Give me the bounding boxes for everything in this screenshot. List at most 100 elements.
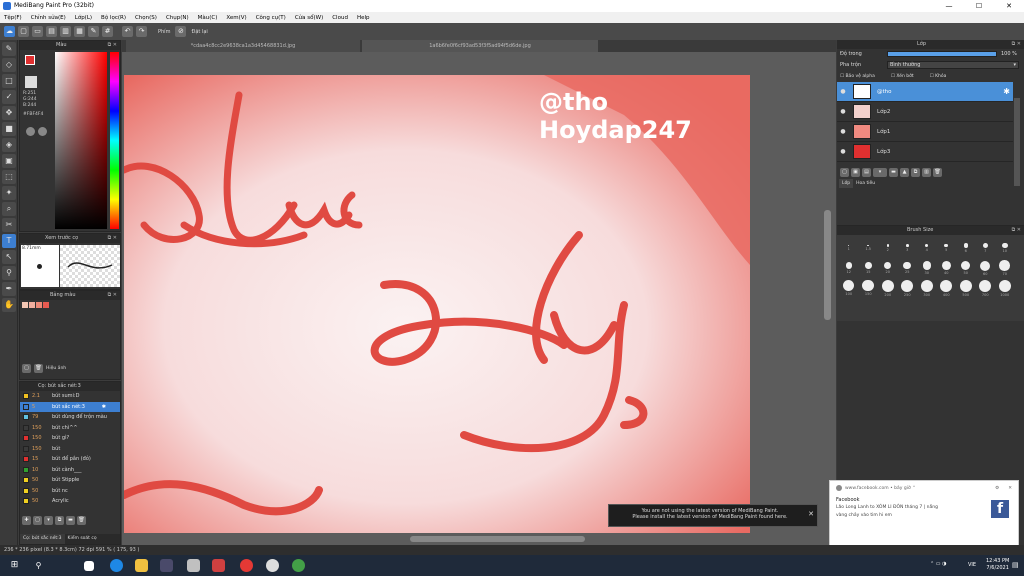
delete-layer-icon[interactable]: 🗑 — [933, 168, 942, 177]
brush-size-option[interactable]: 4 — [917, 238, 937, 258]
grid-icon[interactable]: ▦ — [74, 26, 85, 37]
notification-toast[interactable]: www.facebook.com • bây giờ ⌃ ⚙ ✕ Faceboo… — [829, 480, 1019, 546]
brush-size-option[interactable]: 200 — [878, 278, 898, 298]
selection-eraser-icon[interactable]: ✂ — [2, 218, 16, 232]
brush-item[interactable]: 150 bút — [20, 444, 120, 455]
brush-size-option[interactable]: 70 — [995, 258, 1015, 278]
palette-swatch[interactable] — [29, 302, 35, 308]
delete-palette-icon[interactable]: 🗑 — [34, 364, 43, 373]
blend-mode-select[interactable]: Bình thường ▾ — [887, 60, 1019, 69]
visibility-eye-icon[interactable]: ● — [837, 88, 849, 95]
brush-icon[interactable]: ✎ — [88, 26, 99, 37]
comment-icon[interactable]: ▭ — [32, 26, 43, 37]
palette-swatch[interactable] — [36, 302, 42, 308]
grid-toggle-icon[interactable]: # — [102, 26, 113, 37]
add-brush-icon[interactable]: ✚ — [22, 516, 31, 525]
snap-reset-label[interactable]: Đặt lại — [189, 29, 209, 35]
layer-row[interactable]: ● Lớp3 — [837, 142, 1013, 162]
bucket-tool-icon[interactable]: ◈ — [2, 138, 16, 152]
layer-row-selected[interactable]: ● @tho ✱ — [837, 82, 1013, 102]
layer-menu-icon[interactable]: ▾ — [873, 168, 887, 177]
minimize-button[interactable]: — — [934, 0, 964, 12]
close-button[interactable]: ✕ — [994, 0, 1024, 12]
layer-row[interactable]: ● Lớp1 — [837, 122, 1013, 142]
brush-item[interactable]: 2.1 bút sumi:D — [20, 391, 120, 402]
windows-start-icon[interactable]: ⊞ — [8, 559, 21, 572]
snap-off-icon[interactable]: ⊘ — [175, 26, 187, 37]
merge-layer-icon[interactable]: ▥ — [922, 168, 931, 177]
clipping-checkbox[interactable]: ☐ Xén bớt — [891, 74, 914, 79]
brush-menu-icon[interactable]: ▾ — [44, 516, 53, 525]
tab-layers[interactable]: Lớp — [839, 179, 854, 188]
panel-close-icon[interactable]: ⧉ ✕ — [108, 291, 117, 300]
transparent-color-swatch[interactable] — [25, 76, 37, 88]
menu-help[interactable]: Help — [357, 15, 370, 21]
brush-size-option[interactable]: 1 — [839, 238, 859, 258]
brush-size-option[interactable]: 5 — [937, 238, 957, 258]
tab-other-document[interactable]: 1a6b6fe0f6cf93ad53f3f5ad94f5d6de.jpg — [362, 40, 598, 52]
brush-size-option[interactable]: 400 — [937, 278, 957, 298]
brush-item-selected[interactable]: 5 bút sắc nét:3 ✱ — [20, 401, 120, 412]
layer-folder-icon[interactable]: ▬ — [889, 168, 898, 177]
export-icon[interactable]: ▥ — [60, 26, 71, 37]
save-icon[interactable]: ▤ — [46, 26, 57, 37]
opacity-slider[interactable] — [887, 51, 997, 57]
horizontal-scrollbar[interactable] — [410, 536, 585, 542]
tab-active-document[interactable]: *cdaa4c8cc2e9638ca1a3d45468831d.jpg — [126, 40, 360, 52]
mail-icon[interactable] — [187, 559, 200, 572]
new-file-icon[interactable]: ▢ — [18, 26, 29, 37]
new-layer-icon[interactable]: ▢ — [840, 168, 849, 177]
foreground-color-swatch[interactable] — [25, 55, 35, 65]
panel-close-icon[interactable]: ⧉ ✕ — [1012, 226, 1021, 235]
brush-size-option[interactable]: 250 — [898, 278, 918, 298]
brush-size-option[interactable]: 700 — [976, 278, 996, 298]
visibility-eye-icon[interactable]: ● — [837, 128, 849, 135]
brush-size-option[interactable]: 40 — [937, 258, 957, 278]
selection-pen-icon[interactable]: ⌕ — [2, 202, 16, 216]
office-icon[interactable] — [84, 561, 94, 571]
brush-size-option[interactable]: 30 — [917, 258, 937, 278]
lock-checkbox[interactable]: ☐ Khóa — [930, 74, 947, 79]
brush-item[interactable]: 150 bút chì^^ — [20, 423, 120, 434]
menu-color[interactable]: Màu(C) — [198, 15, 218, 21]
store-icon[interactable] — [160, 559, 173, 572]
panel-close-icon[interactable]: ⧉ ✕ — [108, 234, 117, 243]
brush-size-option[interactable]: 15 — [859, 258, 879, 278]
menu-layer[interactable]: Lớp(L) — [75, 15, 92, 21]
color-mode-icon[interactable] — [26, 127, 35, 136]
tab-brush-control[interactable]: Kiểm soát cọ — [65, 534, 100, 544]
pen-tool-icon[interactable]: ✎ — [2, 42, 16, 56]
tab-navigator[interactable]: Hoa tiêu — [853, 179, 878, 188]
eraser-tool-icon[interactable]: ◇ — [2, 58, 16, 72]
select-tool-icon[interactable]: ✓ — [2, 90, 16, 104]
notification-center-icon[interactable]: ▤ — [1012, 561, 1019, 569]
redo-icon[interactable]: ↷ — [136, 26, 147, 37]
copy-layer-icon[interactable]: ⧉ — [911, 168, 920, 177]
operation-tool-icon[interactable]: ↖ — [2, 250, 16, 264]
lasso-tool-icon[interactable]: ⬚ — [2, 170, 16, 184]
vertical-scrollbar[interactable] — [824, 210, 831, 320]
brush-size-option[interactable]: 12 — [839, 258, 859, 278]
menu-filter[interactable]: Bộ lọc(R) — [101, 15, 126, 21]
brush-size-option[interactable]: 6 — [956, 238, 976, 258]
brush-size-option[interactable]: 1.5 — [859, 238, 879, 258]
brush-item[interactable]: 50 Acrylic — [20, 496, 120, 507]
fill-tool-icon[interactable]: ■ — [2, 122, 16, 136]
brush-size-option[interactable]: 100 — [839, 278, 859, 298]
brush-item[interactable]: 79 bút dùng để trộn màu — [20, 412, 120, 423]
folder-icon[interactable]: ▬ — [66, 516, 75, 525]
menu-tools[interactable]: Công cụ(T) — [256, 15, 286, 21]
brush-size-option[interactable]: 60 — [976, 258, 996, 278]
new-palette-icon[interactable]: ▢ — [22, 364, 31, 373]
layer-row[interactable]: ● Lớp2 — [837, 102, 1013, 122]
rectangle-tool-icon[interactable]: □ — [2, 74, 16, 88]
brush-size-option[interactable]: 50 — [956, 258, 976, 278]
menu-capture[interactable]: Chụp(N) — [166, 15, 189, 21]
brush-size-option[interactable]: 10 — [995, 238, 1015, 258]
hand-tool-icon[interactable]: ✋ — [2, 298, 16, 312]
protect-alpha-checkbox[interactable]: ☐ Bảo vệ alpha — [840, 74, 875, 79]
menu-edit[interactable]: Chỉnh sửa(E) — [31, 15, 66, 21]
new-8bit-layer-icon[interactable]: ▤ — [862, 168, 871, 177]
palette-swatch[interactable] — [22, 302, 28, 308]
brush-size-option[interactable]: 500 — [956, 278, 976, 298]
